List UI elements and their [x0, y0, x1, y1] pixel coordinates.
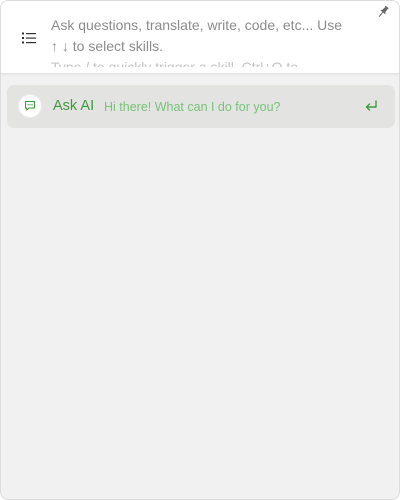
- prompt-header: Ask questions, translate, write, code, e…: [1, 1, 399, 74]
- quick-ask-window: Ask questions, translate, write, code, e…: [0, 0, 400, 500]
- chat-bubble-icon: [19, 95, 41, 117]
- prompt-input[interactable]: Ask questions, translate, write, code, e…: [51, 15, 369, 67]
- list-icon[interactable]: [21, 31, 37, 45]
- placeholder-line-1: Ask questions, translate, write, code, e…: [51, 17, 343, 33]
- skill-description: Hi there! What can I do for you?: [104, 100, 281, 114]
- pin-icon[interactable]: [376, 5, 390, 19]
- enter-return-icon: [365, 100, 377, 111]
- skill-row-ask-ai[interactable]: Ask AI Hi there! What can I do for you?: [7, 85, 395, 128]
- placeholder-line-2: ↑ ↓ to select skills.: [51, 38, 164, 54]
- skill-name: Ask AI: [53, 98, 95, 114]
- placeholder-line-3: Type / to quickly trigger a skill, Ctrl+…: [51, 59, 299, 67]
